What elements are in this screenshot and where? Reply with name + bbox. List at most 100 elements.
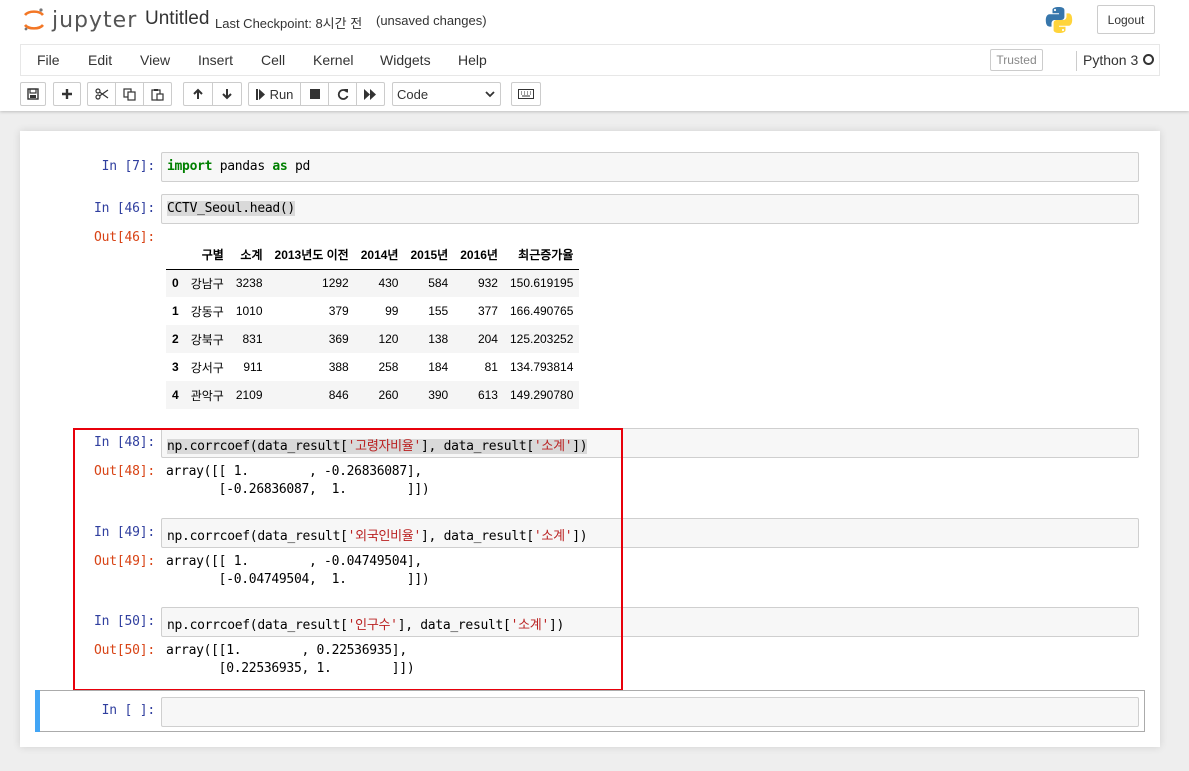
interrupt-button[interactable]	[300, 82, 329, 106]
kernel-name[interactable]: Python 3	[1083, 52, 1138, 68]
table-cell: 81	[484, 360, 498, 374]
kernel-idle-icon	[1143, 54, 1154, 65]
scissors-icon	[94, 88, 108, 100]
table-cell: 강동구	[190, 304, 224, 319]
move-up-button[interactable]	[183, 82, 213, 106]
save-button[interactable]	[20, 82, 46, 106]
table-cell: 388	[328, 360, 349, 374]
fast-forward-icon	[364, 88, 376, 100]
jupyter-logo-icon	[23, 8, 45, 31]
command-palette-button[interactable]	[511, 82, 541, 106]
code-string: '외국인비율'	[347, 529, 422, 544]
table-cell: 99	[385, 304, 399, 318]
table-header	[166, 241, 185, 270]
code-cell-input[interactable]: np.corrcoef(data_result['인구수'], data_res…	[161, 607, 1139, 637]
arrow-up-icon	[193, 88, 203, 99]
code-text: ], data_result[	[397, 618, 511, 633]
trusted-indicator[interactable]: Trusted	[990, 49, 1043, 71]
paste-icon	[151, 88, 164, 101]
table-cell: 155	[428, 304, 449, 318]
table-row: 2 강북구 831 369 120 138 204 125.203252	[166, 325, 580, 353]
code-string: '소계'	[533, 439, 573, 454]
logo-text: jupyter	[52, 7, 138, 33]
table-cell: 2109	[235, 388, 263, 402]
in-prompt: In [ ]:	[101, 703, 156, 718]
table-cell: 150.619195	[509, 276, 574, 291]
code-text: np.corrcoef(data_result[	[167, 439, 348, 454]
code-string: '소계'	[533, 529, 573, 544]
step-forward-icon	[255, 88, 265, 100]
menu-edit[interactable]: Edit	[88, 52, 112, 68]
restart-run-all-button[interactable]	[356, 82, 385, 106]
table-cell: 강북구	[190, 332, 224, 347]
run-button[interactable]: Run	[248, 82, 301, 106]
menu-view[interactable]: View	[140, 52, 170, 68]
table-row: 1 강동구 1010 379 99 155 377 166.490765	[166, 297, 579, 325]
code-cell-input[interactable]: import pandas as pd	[161, 152, 1139, 182]
table-cell: 184	[428, 360, 449, 374]
table-header-row: 구별 소계 2013년도 이전 2014년 2015년 2016년 최근증가율	[166, 241, 580, 270]
table-cell: 3238	[235, 276, 263, 291]
code-cell-input[interactable]: np.corrcoef(data_result['고령자비율'], data_r…	[161, 428, 1139, 458]
table-cell: 932	[477, 276, 498, 291]
menu-separator	[1076, 51, 1077, 71]
menu-file[interactable]: File	[37, 52, 60, 68]
jupyter-logo[interactable]: jupyter	[22, 6, 137, 34]
in-prompt: In [50]:	[93, 614, 155, 629]
menu-widgets[interactable]: Widgets	[380, 52, 431, 68]
code-selection: np.corrcoef(data_result['고령자비율'], data_r…	[167, 439, 588, 454]
table-cell: 1292	[322, 276, 349, 291]
menu-kernel[interactable]: Kernel	[313, 52, 353, 68]
in-prompt: In [7]:	[101, 159, 156, 174]
restart-button[interactable]	[328, 82, 357, 106]
menu-bar: File Edit View Insert Cell Kernel Widget…	[20, 44, 1160, 76]
row-index: 3	[172, 360, 179, 374]
chevron-down-icon	[485, 90, 495, 97]
table-header: 2014년	[354, 241, 405, 270]
keyboard-icon	[518, 89, 534, 99]
table-cell: 379	[328, 304, 349, 318]
table-cell: 138	[428, 332, 449, 346]
cell-output: array([[ 1. , -0.26836087], [-0.26836087…	[166, 464, 430, 497]
menu-help[interactable]: Help	[458, 52, 487, 68]
code-string: '고령자비율'	[347, 439, 422, 454]
table-header: 소계	[229, 241, 269, 270]
move-down-button[interactable]	[212, 82, 242, 106]
save-icon	[27, 88, 39, 100]
notebook-name[interactable]: Untitled	[145, 8, 209, 30]
row-index: 0	[172, 276, 179, 291]
table-row: 3 강서구 911 388 258 184 81 134.793814	[166, 353, 579, 381]
table-header: 2013년도 이전	[268, 241, 355, 270]
arrow-down-icon	[222, 89, 232, 100]
paste-button[interactable]	[143, 82, 172, 106]
menu-insert[interactable]: Insert	[198, 52, 233, 68]
table-cell: 134.793814	[509, 360, 574, 374]
table-cell: 204	[477, 332, 498, 346]
table-row: 4 관악구 2109 846 260 390 613 149.290780	[166, 381, 580, 409]
code-text: np.corrcoef(data_result[	[167, 618, 348, 633]
code-string: '인구수'	[347, 618, 398, 633]
checkpoint-status: Last Checkpoint: 8시간 전	[215, 16, 363, 31]
cut-button[interactable]	[87, 82, 116, 106]
code-cell-input[interactable]: np.corrcoef(data_result['외국인비율'], data_r…	[161, 518, 1139, 548]
copy-button[interactable]	[115, 82, 144, 106]
empty-code-cell-input[interactable]	[161, 697, 1139, 727]
row-index: 2	[172, 332, 179, 346]
table-cell: 377	[477, 304, 498, 318]
table-header: 구별	[184, 241, 230, 270]
in-prompt: In [49]:	[93, 525, 155, 540]
stop-icon	[309, 89, 320, 99]
menu-cell[interactable]: Cell	[261, 52, 285, 68]
code-text: ])	[572, 439, 588, 454]
table-header: 최근증가율	[503, 241, 580, 270]
insert-cell-button[interactable]	[53, 82, 81, 106]
code-text: CCTV_Seoul.head()	[167, 201, 295, 216]
logout-button[interactable]: Logout	[1097, 5, 1155, 34]
table-cell: 120	[378, 332, 399, 346]
cell-type-select[interactable]: Code	[392, 82, 501, 106]
out-prompt: Out[50]:	[93, 643, 155, 658]
code-text: np.corrcoef(data_result[	[167, 529, 348, 544]
code-cell-input[interactable]: CCTV_Seoul.head()	[161, 194, 1139, 224]
code-text: ])	[548, 618, 565, 633]
table-cell: 125.203252	[509, 332, 574, 346]
